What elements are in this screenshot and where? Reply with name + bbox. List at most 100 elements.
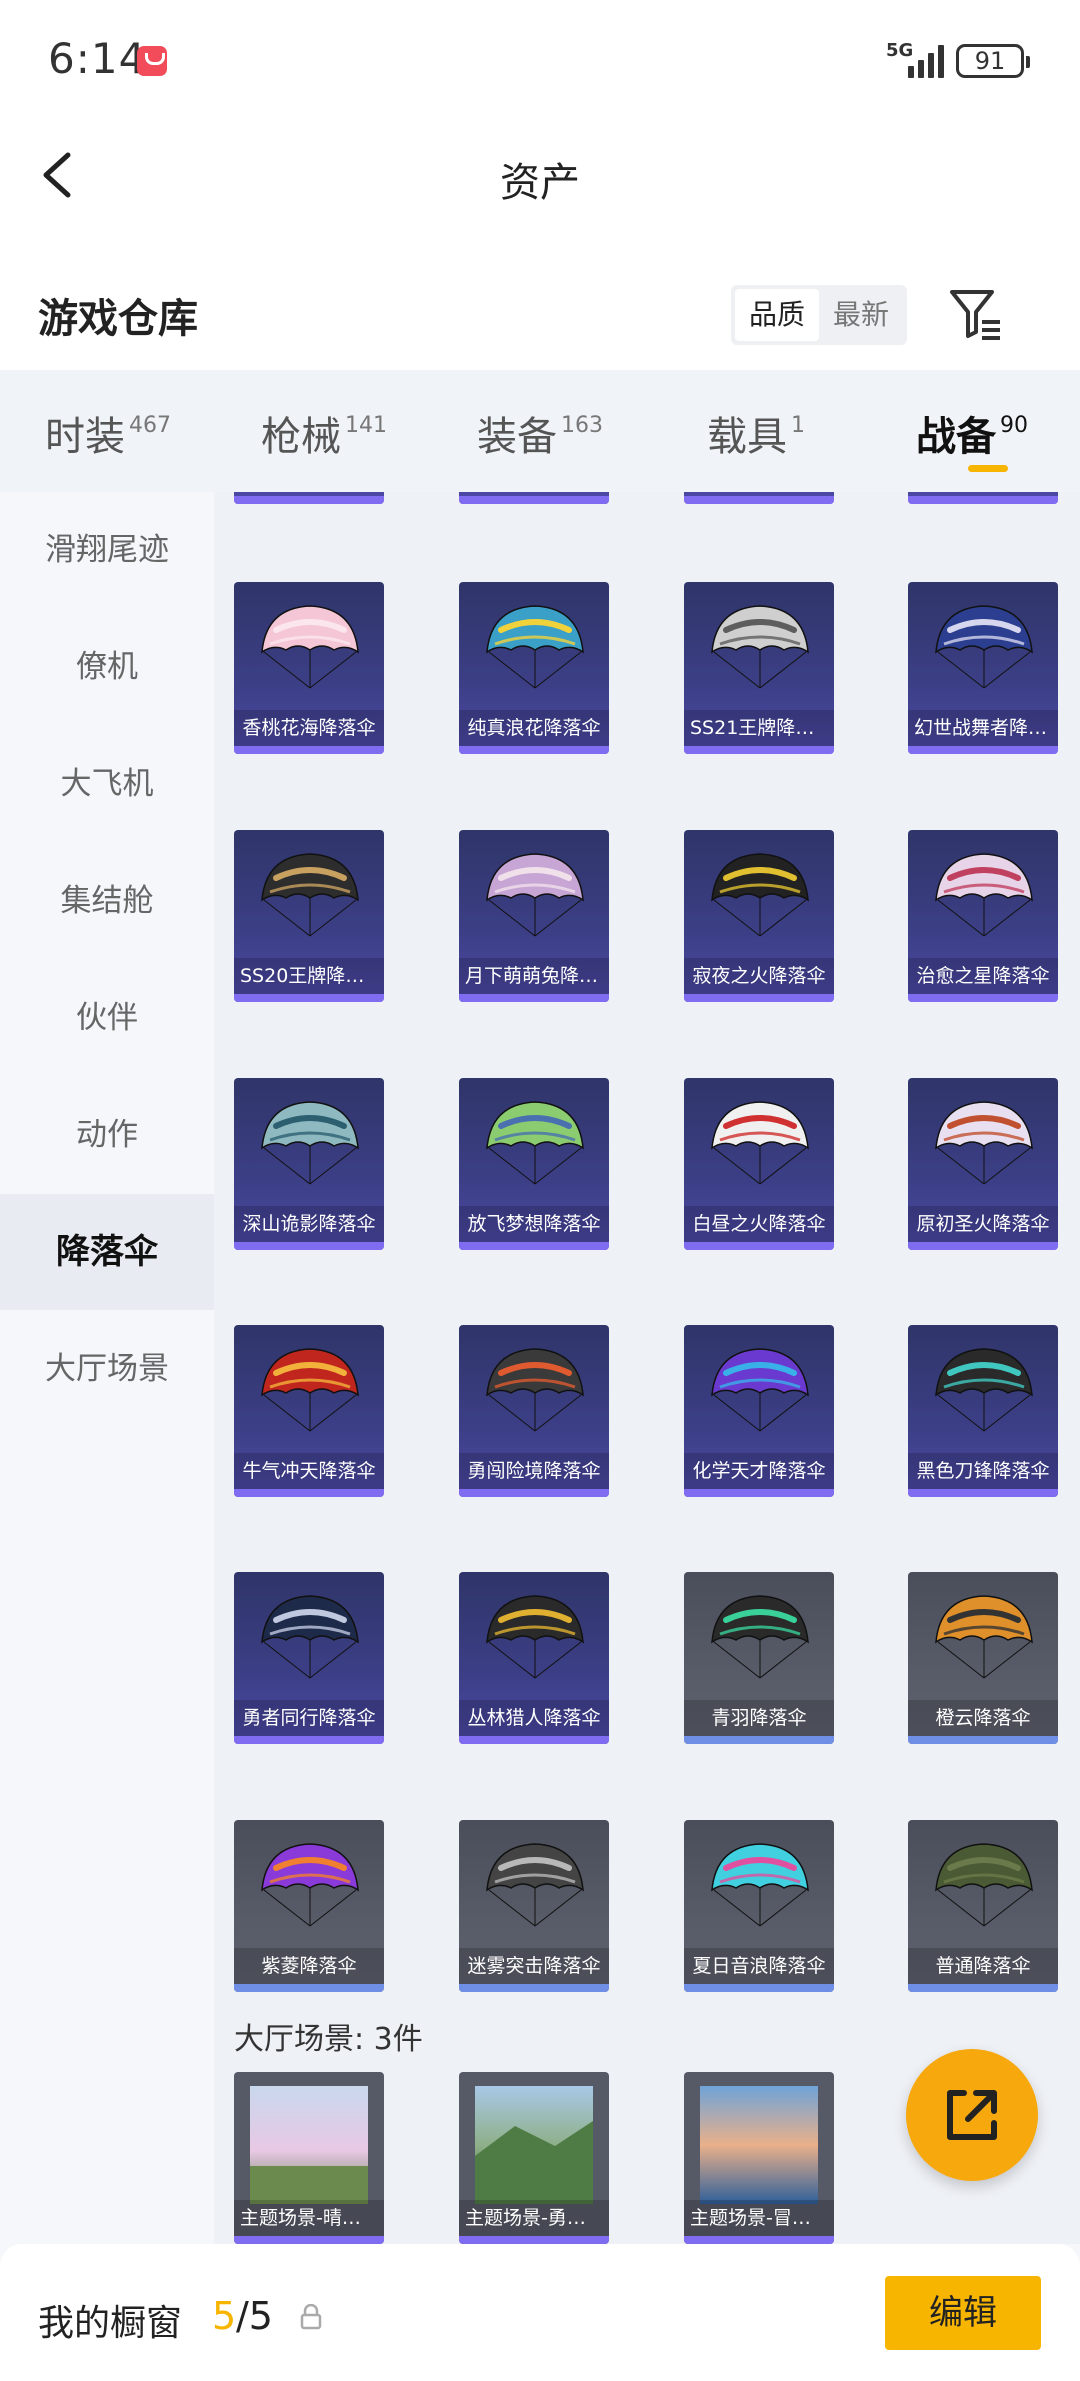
parachute-icon — [711, 605, 809, 689]
warehouse-header: 游戏仓库 品质 最新 — [0, 230, 1080, 370]
parachute-icon — [935, 1348, 1033, 1432]
tab-count: 141 — [345, 413, 387, 438]
item-card[interactable] — [908, 492, 1058, 504]
tab-combat-gear[interactable]: 战备 90 — [864, 370, 1080, 492]
item-label: 黑色刀锋降落伞 — [908, 1453, 1058, 1489]
sidebar-item-glide-trail[interactable]: 滑翔尾迹 — [0, 492, 214, 608]
parachute-icon — [486, 1843, 584, 1927]
item-card[interactable]: 深山诡影降落伞 — [234, 1078, 384, 1250]
sidebar-item-emote[interactable]: 动作 — [0, 1077, 214, 1193]
item-card[interactable]: SS21王牌降落伞 — [684, 582, 834, 754]
item-card[interactable]: 纯真浪花降落伞 — [459, 582, 609, 754]
item-card[interactable]: 夏日音浪降落伞 — [684, 1820, 834, 1992]
sort-quality-button[interactable]: 品质 — [735, 289, 819, 341]
item-card[interactable]: 橙云降落伞 — [908, 1572, 1058, 1744]
item-rarity-bar — [908, 1489, 1058, 1497]
item-card[interactable]: 香桃花海降落伞 — [234, 582, 384, 754]
scene-label: 主题场景-勇者山谷 — [459, 2200, 609, 2236]
tab-vehicles[interactable]: 载具 1 — [648, 370, 864, 492]
sort-newest-button[interactable]: 最新 — [819, 289, 903, 341]
item-rarity-bar — [684, 1242, 834, 1250]
item-label: 寂夜之火降落伞 — [684, 958, 834, 994]
warehouse-title: 游戏仓库 — [38, 296, 198, 342]
item-rarity-bar — [234, 746, 384, 754]
item-card[interactable]: 青羽降落伞 — [684, 1572, 834, 1744]
sidebar-item-companion[interactable]: 伙伴 — [0, 960, 214, 1076]
item-rarity-bar — [459, 994, 609, 1002]
item-rarity-bar — [459, 746, 609, 754]
sidebar-item-lobby-scene[interactable]: 大厅场景 — [0, 1311, 214, 1427]
sidebar-item-wingman[interactable]: 僚机 — [0, 609, 214, 725]
edit-button[interactable]: 编辑 — [885, 2276, 1041, 2350]
parachute-icon — [261, 1843, 359, 1927]
tab-equipment[interactable]: 装备 163 — [432, 370, 648, 492]
item-label: 月下萌萌兔降落伞 — [459, 958, 609, 994]
scene-label: 主题场景-晴空花海 — [234, 2200, 384, 2236]
sidebar-item-parachute[interactable]: 降落伞 — [0, 1194, 214, 1310]
tab-count: 163 — [561, 413, 603, 438]
item-card[interactable]: 月下萌萌兔降落伞 — [459, 830, 609, 1002]
item-card[interactable]: 白昼之火降落伞 — [684, 1078, 834, 1250]
item-card[interactable]: 治愈之星降落伞 — [908, 830, 1058, 1002]
item-label: 普通降落伞 — [908, 1948, 1058, 1984]
share-button[interactable] — [906, 2049, 1038, 2181]
vitrine-count-total: /5 — [236, 2294, 273, 2338]
item-rarity-bar — [234, 1736, 384, 1744]
parachute-icon — [486, 1101, 584, 1185]
scene-card[interactable]: 主题场景-冒险海湾 — [684, 2072, 834, 2244]
item-label: 纯真浪花降落伞 — [459, 710, 609, 746]
sidebar-item-pod[interactable]: 集结舱 — [0, 843, 214, 959]
section-title-lobby: 大厅场景: 3件 — [234, 2022, 423, 2057]
item-card[interactable]: 勇者同行降落伞 — [234, 1572, 384, 1744]
scene-card[interactable]: 主题场景-晴空花海 — [234, 2072, 384, 2244]
item-rarity-bar — [908, 746, 1058, 754]
filter-icon[interactable] — [948, 286, 1002, 342]
item-rarity-bar — [908, 994, 1058, 1002]
item-card[interactable]: 丛林猎人降落伞 — [459, 1572, 609, 1744]
item-card[interactable]: SS20王牌降落伞 — [234, 830, 384, 1002]
item-card[interactable]: 放飞梦想降落伞 — [459, 1078, 609, 1250]
sidebar-item-plane[interactable]: 大飞机 — [0, 726, 214, 842]
tab-weapons[interactable]: 枪械 141 — [216, 370, 432, 492]
tab-label: 枪械 — [261, 414, 341, 460]
item-rarity-bar — [908, 1984, 1058, 1992]
parachute-icon — [261, 1595, 359, 1679]
parachute-icon — [935, 1843, 1033, 1927]
item-card[interactable] — [684, 492, 834, 504]
item-rarity-bar — [908, 1242, 1058, 1250]
parachute-icon — [261, 1101, 359, 1185]
parachute-icon — [486, 853, 584, 937]
item-card[interactable]: 寂夜之火降落伞 — [684, 830, 834, 1002]
lock-icon — [300, 2304, 322, 2330]
item-rarity-bar — [684, 1736, 834, 1744]
item-card[interactable] — [234, 492, 384, 504]
vitrine-count-current: 5 — [212, 2294, 237, 2338]
item-card[interactable] — [459, 492, 609, 504]
scene-label: 主题场景-冒险海湾 — [684, 2200, 834, 2236]
scene-card[interactable]: 主题场景-勇者山谷 — [459, 2072, 609, 2244]
tab-count: 1 — [791, 413, 805, 438]
item-card[interactable]: 原初圣火降落伞 — [908, 1078, 1058, 1250]
item-label: 牛气冲天降落伞 — [234, 1453, 384, 1489]
item-card[interactable]: 化学天才降落伞 — [684, 1325, 834, 1497]
item-card[interactable]: 普通降落伞 — [908, 1820, 1058, 1992]
item-card[interactable]: 迷雾突击降落伞 — [459, 1820, 609, 1992]
shopping-bag-icon — [137, 46, 167, 76]
item-card[interactable]: 幻世战舞者降落伞 — [908, 582, 1058, 754]
vitrine-label: 我的橱窗 — [38, 2303, 183, 2344]
item-label: 深山诡影降落伞 — [234, 1206, 384, 1242]
item-card[interactable]: 勇闯险境降落伞 — [459, 1325, 609, 1497]
signal-icon — [908, 44, 944, 78]
item-card[interactable]: 紫菱降落伞 — [234, 1820, 384, 1992]
tab-fashion[interactable]: 时装 467 — [0, 370, 216, 492]
item-card[interactable]: 牛气冲天降落伞 — [234, 1325, 384, 1497]
parachute-icon — [711, 1595, 809, 1679]
parachute-icon — [486, 1595, 584, 1679]
item-label: 迷雾突击降落伞 — [459, 1948, 609, 1984]
item-card[interactable]: 黑色刀锋降落伞 — [908, 1325, 1058, 1497]
item-rarity-bar — [234, 1242, 384, 1250]
item-label: 治愈之星降落伞 — [908, 958, 1058, 994]
item-label: 夏日音浪降落伞 — [684, 1948, 834, 1984]
item-label: 勇闯险境降落伞 — [459, 1453, 609, 1489]
scene-thumbnail — [250, 2086, 368, 2204]
